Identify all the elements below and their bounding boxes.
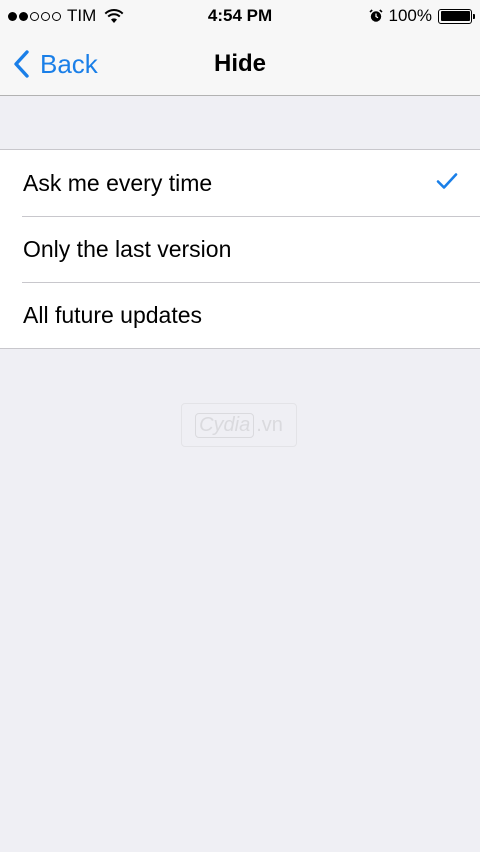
options-list: Ask me every time Only the last version … <box>0 149 480 349</box>
status-bar-right: 100% <box>368 6 475 26</box>
option-label: Ask me every time <box>23 169 213 196</box>
status-bar: TIM 4:54 PM 100% <box>0 0 480 32</box>
option-all-future-updates[interactable]: All future updates <box>0 282 480 348</box>
checkmark-icon <box>436 173 458 189</box>
battery-percentage: 100% <box>388 6 432 25</box>
alarm-clock-icon <box>368 9 383 22</box>
battery-level <box>440 11 470 21</box>
watermark-logo: Cydia .vn <box>181 403 297 447</box>
battery-icon <box>438 8 475 24</box>
navigation-bar: Back Hide <box>0 32 480 96</box>
option-label: Only the last version <box>23 235 232 262</box>
option-ask-me-every-time[interactable]: Ask me every time <box>0 150 480 216</box>
option-label: All future updates <box>23 301 203 328</box>
watermark-brand: Cydia <box>195 412 255 438</box>
watermark-suffix: .vn <box>256 413 283 436</box>
option-only-the-last-version[interactable]: Only the last version <box>0 216 480 282</box>
page-title: Hide <box>213 50 266 77</box>
